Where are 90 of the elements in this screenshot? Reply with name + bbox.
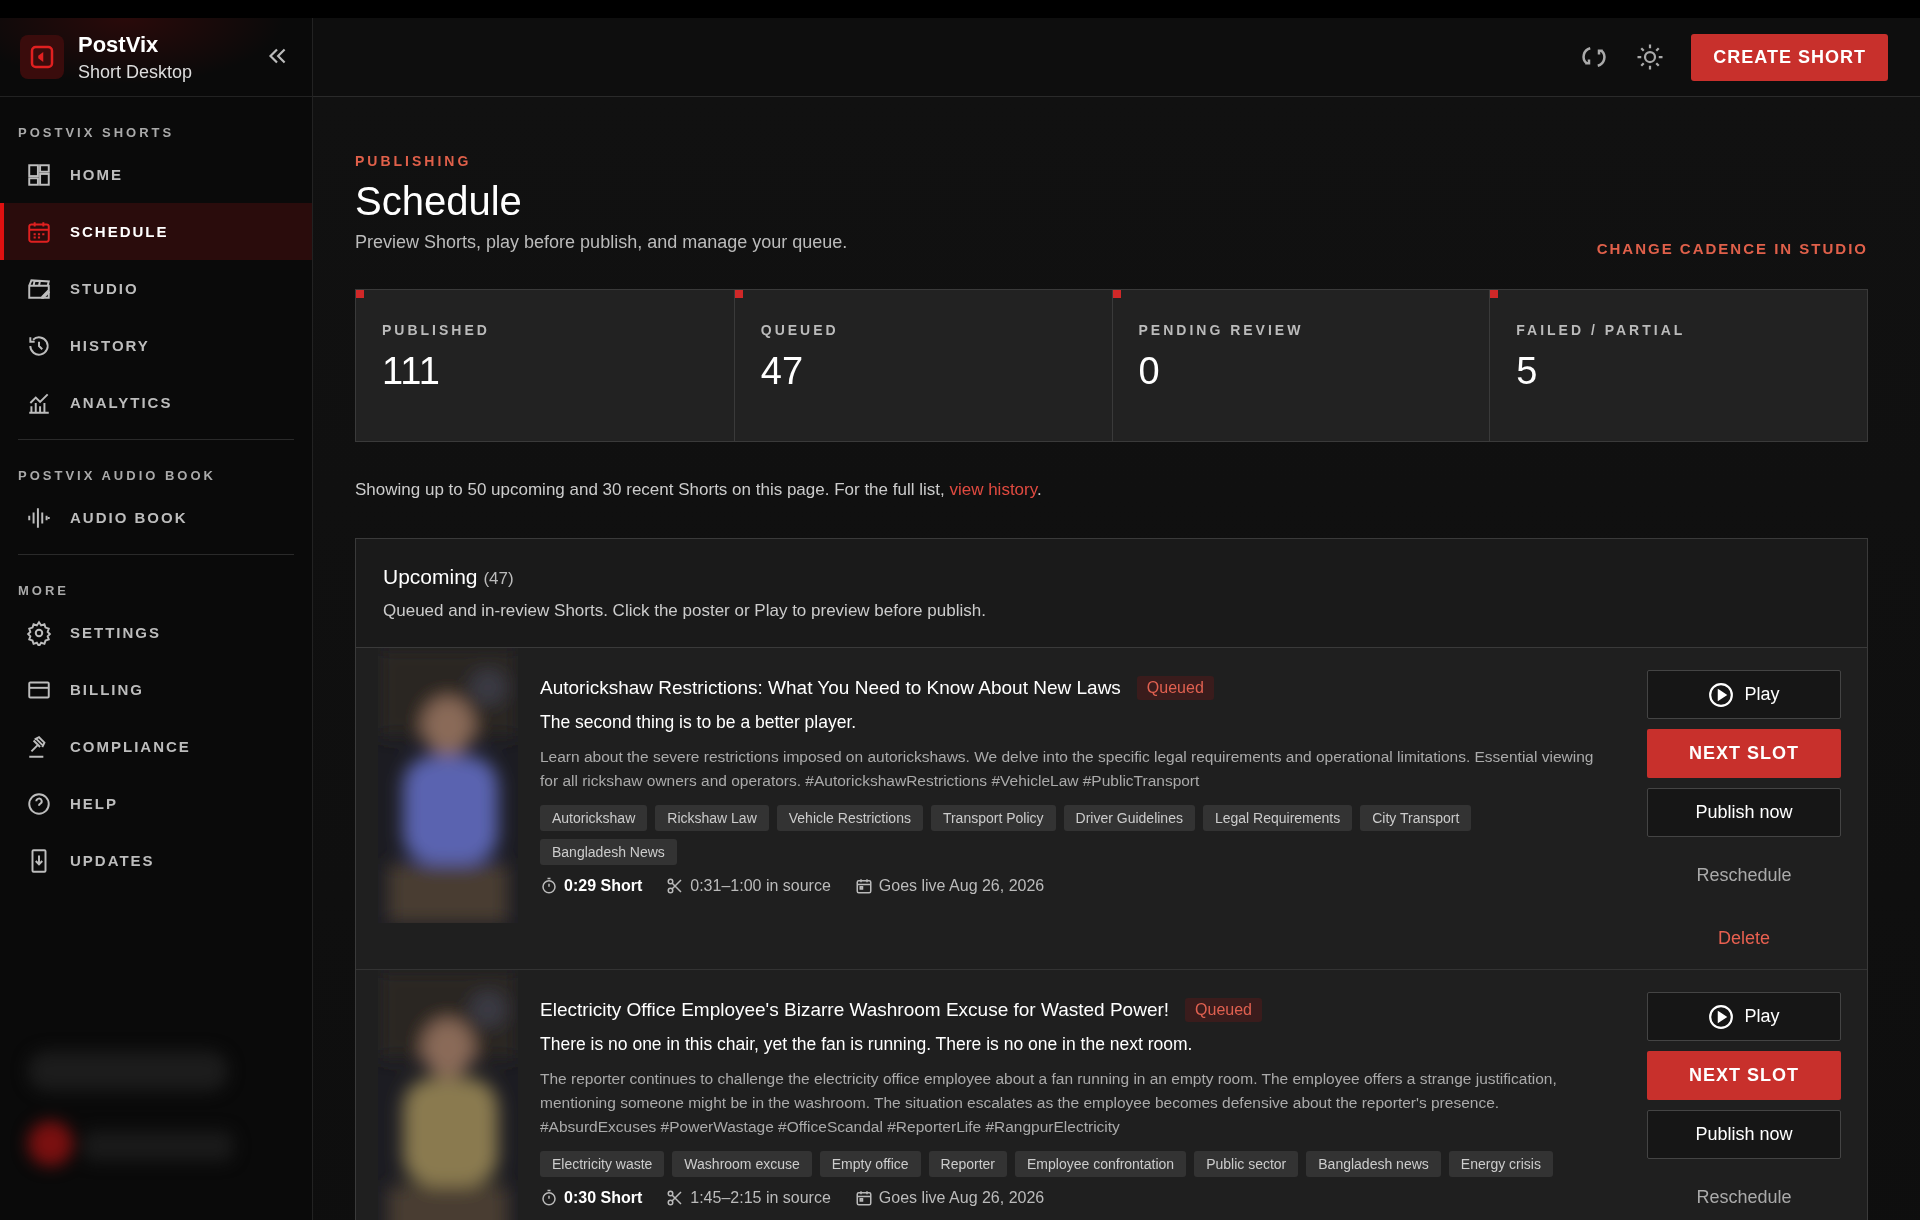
short-title: Electricity Office Employee's Bizarre Washroom Excuse for Wasted Power! <box>540 999 1170 1021</box>
sidebar-item[interactable]: STUDIO <box>0 260 312 317</box>
status-tag: Queued <box>1136 676 1214 700</box>
next-slot-button[interactable]: NEXT SLOT <box>1647 1051 1841 1100</box>
short-hook: There is no one in this chair, yet the fan is running. There is no one in the next room. <box>540 1034 1194 1055</box>
tag: Energy crisis <box>1448 1151 1553 1177</box>
short-hook: The second thing is to be a better player. <box>540 712 858 733</box>
tag: Public sector <box>1194 1151 1299 1177</box>
sidebar-item[interactable]: HOME <box>0 146 312 203</box>
corner-marker <box>734 290 743 298</box>
tag: Washroom excuse <box>672 1151 812 1177</box>
help-icon <box>26 790 52 817</box>
source-range: 0:31–1:00 in source <box>690 877 831 895</box>
stat-label: PUBLISHED <box>382 322 491 338</box>
create-short-button[interactable]: CREATE SHORT <box>1691 33 1888 81</box>
sidebar-item[interactable]: COMPLIANCE <box>0 718 294 775</box>
page-subtitle: Preview Shorts, play before publish, and manage your queue. <box>355 232 848 253</box>
app-name: PostVix <box>78 31 160 58</box>
source-range: 1:45–2:15 in source <box>690 1189 831 1207</box>
sidebar-section-label: MORE <box>18 583 70 598</box>
stat-value: 111 <box>382 350 441 393</box>
sidebar-section-label: POSTVIX SHORTS <box>18 125 176 140</box>
short-description: The reporter continues to challenge the electricity office employee about a fan running in an empty room. The employee offers a strange justification, mentioning someone might be in the washroom. The situation escalates as the employee becomes defensive about the reporter's presence. #AbsurdExcuses #PowerWastage #OfficeScandal #ReporterLife #RangpurElectricity <box>540 1069 1558 1137</box>
calendar-icon <box>854 877 873 895</box>
stat-value: 47 <box>760 350 805 393</box>
notice-text: Showing up to 50 upcoming and 30 recent Shorts on this page. For the full list, view history. <box>355 480 1043 500</box>
stat-label: QUEUED <box>760 322 840 338</box>
tag: Empty office <box>819 1151 921 1177</box>
corner-marker <box>1112 290 1121 298</box>
short-duration: 0:30 Short <box>564 1189 643 1207</box>
scissors-icon <box>666 1189 685 1207</box>
status-tag: Queued <box>1185 998 1262 1022</box>
publish-now-button[interactable]: Publish now <box>1647 788 1841 837</box>
sidebar-item[interactable]: AUDIO BOOK <box>0 489 294 546</box>
short-description: Learn about the severe restrictions imposed on autorickshaws. We delve into the specific legal requirements and operational limitations. Essential viewing for all rickshaw owners and operators. #AutorickshawRestrictions #VehicleLaw #PublicTransport <box>540 747 1595 791</box>
section-count: (47) <box>483 569 514 588</box>
play-button[interactable]: Play <box>1647 670 1841 719</box>
tag: Reporter <box>928 1151 1008 1177</box>
timer-icon <box>540 877 558 895</box>
sidebar-item[interactable]: UPDATES <box>0 832 294 889</box>
view-history-link[interactable]: view history <box>949 480 1037 499</box>
dashboard-icon <box>26 161 52 188</box>
publish-now-button[interactable]: Publish now <box>1647 1110 1841 1159</box>
tag: Electricity waste <box>540 1151 665 1177</box>
delete-button[interactable]: Delete <box>1647 914 1841 963</box>
tag: Rickshaw Law <box>655 805 769 831</box>
settings-icon <box>26 619 52 646</box>
sidebar-item[interactable]: HISTORY <box>0 317 312 374</box>
tag: Legal Requirements <box>1202 805 1353 831</box>
go-live-date: Goes live Aug 26, 2026 <box>878 877 1045 895</box>
tag: Bangladesh news <box>1306 1151 1441 1177</box>
change-cadence-link[interactable]: CHANGE CADENCE IN STUDIO <box>1596 240 1868 257</box>
scissors-icon <box>666 877 685 895</box>
calendar-icon <box>854 1189 873 1207</box>
page-title: Schedule <box>355 179 523 224</box>
app-subtitle: Short Desktop <box>78 61 194 83</box>
corner-marker <box>1490 290 1499 298</box>
reschedule-button[interactable]: Reschedule <box>1647 1173 1841 1220</box>
section-description: Queued and in-review Shorts. Click the poster or Play to preview before publish. <box>383 601 987 621</box>
sidebar-item[interactable]: SETTINGS <box>0 604 294 661</box>
sidebar-item[interactable]: SCHEDULE <box>0 203 312 260</box>
next-slot-button[interactable]: NEXT SLOT <box>1647 729 1841 778</box>
section-title: Upcoming <box>383 565 478 588</box>
sidebar-item[interactable]: HELP <box>0 775 294 832</box>
reschedule-button[interactable]: Reschedule <box>1647 851 1841 900</box>
theme-sun-icon[interactable] <box>1635 42 1666 72</box>
sidebar-item[interactable]: BILLING <box>0 661 294 718</box>
page-eyebrow: PUBLISHING <box>355 153 473 169</box>
tag: Bangladesh News <box>540 839 677 865</box>
play-button[interactable]: Play <box>1647 992 1841 1041</box>
app-logo-icon <box>20 35 64 79</box>
stat-value: 0 <box>1138 350 1161 393</box>
stat-value: 5 <box>1516 350 1539 393</box>
play-icon <box>1708 681 1735 708</box>
short-duration: 0:29 Short <box>564 877 643 895</box>
tag: Driver Guidelines <box>1063 805 1195 831</box>
go-live-date: Goes live Aug 26, 2026 <box>878 1189 1045 1207</box>
tag: Vehicle Restrictions <box>776 805 923 831</box>
sidebar-section-label: POSTVIX AUDIO BOOK <box>18 468 217 483</box>
tag: Autorickshaw <box>540 805 648 831</box>
timer-icon <box>540 1189 558 1207</box>
tag: Transport Policy <box>930 805 1056 831</box>
tag: Employee confrontation <box>1015 1151 1187 1177</box>
tag: City Transport <box>1360 805 1472 831</box>
corner-marker <box>356 290 364 298</box>
short-title: Autorickshaw Restrictions: What You Need to Know About New Laws <box>540 677 1121 699</box>
play-icon <box>1708 1003 1735 1030</box>
stat-label: PENDING REVIEW <box>1138 322 1305 338</box>
stat-label: FAILED / PARTIAL <box>1516 322 1687 338</box>
sidebar-item[interactable]: ANALYTICS <box>0 374 312 431</box>
